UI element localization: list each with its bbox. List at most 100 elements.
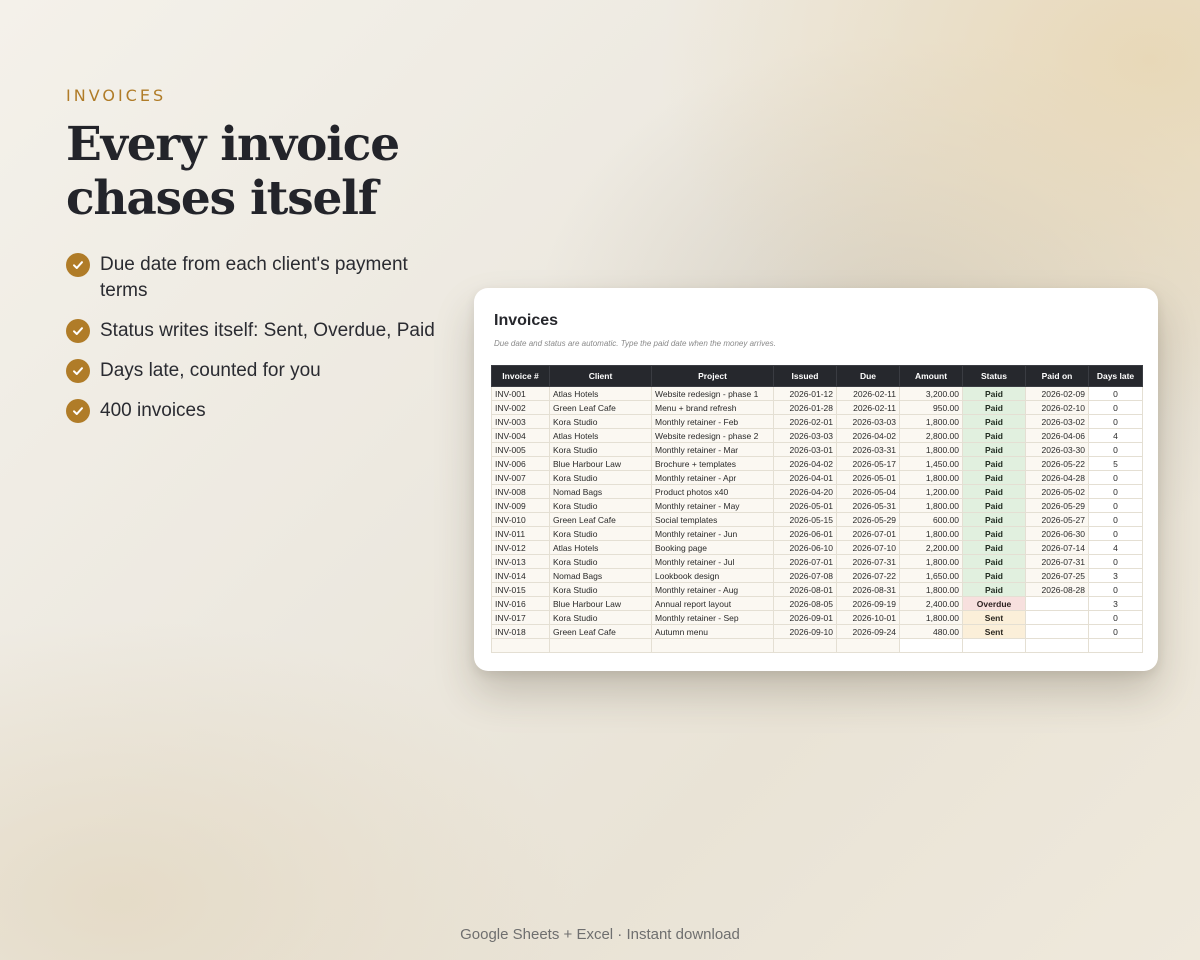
- table-cell[interactable]: INV-003: [491, 414, 550, 429]
- table-cell[interactable]: 2026-08-28: [1025, 582, 1089, 597]
- table-cell[interactable]: 2026-05-17: [836, 456, 900, 471]
- status-badge[interactable]: Sent: [962, 624, 1026, 639]
- table-cell[interactable]: Kora Studio: [549, 526, 652, 541]
- table-cell[interactable]: Monthly retainer - Apr: [651, 470, 774, 485]
- table-cell[interactable]: [836, 638, 900, 653]
- table-cell[interactable]: [773, 638, 837, 653]
- table-cell[interactable]: [1088, 638, 1143, 653]
- status-badge[interactable]: Sent: [962, 610, 1026, 625]
- status-badge[interactable]: Paid: [962, 428, 1026, 443]
- table-cell[interactable]: Monthly retainer - Jul: [651, 554, 774, 569]
- table-cell[interactable]: [1025, 596, 1089, 611]
- table-cell[interactable]: Monthly retainer - Aug: [651, 582, 774, 597]
- table-cell[interactable]: 0: [1088, 512, 1143, 527]
- table-cell[interactable]: 1,800.00: [899, 554, 963, 569]
- table-cell[interactable]: 2026-06-10: [773, 540, 837, 555]
- table-cell[interactable]: INV-006: [491, 456, 550, 471]
- table-cell[interactable]: 0: [1088, 526, 1143, 541]
- table-cell[interactable]: 2026-08-05: [773, 596, 837, 611]
- table-cell[interactable]: Menu + brand refresh: [651, 400, 774, 415]
- table-cell[interactable]: 2026-09-19: [836, 596, 900, 611]
- table-cell[interactable]: INV-002: [491, 400, 550, 415]
- table-cell[interactable]: 0: [1088, 470, 1143, 485]
- table-cell[interactable]: INV-015: [491, 582, 550, 597]
- table-cell[interactable]: 2026-03-02: [1025, 414, 1089, 429]
- table-cell[interactable]: [491, 638, 550, 653]
- status-badge[interactable]: Paid: [962, 568, 1026, 583]
- table-cell[interactable]: 2026-02-11: [836, 386, 900, 401]
- table-cell[interactable]: 2026-09-24: [836, 624, 900, 639]
- table-cell[interactable]: 2026-07-31: [836, 554, 900, 569]
- table-cell[interactable]: INV-013: [491, 554, 550, 569]
- table-cell[interactable]: Green Leaf Cafe: [549, 512, 652, 527]
- table-cell[interactable]: Blue Harbour Law: [549, 596, 652, 611]
- table-cell[interactable]: INV-016: [491, 596, 550, 611]
- table-cell[interactable]: Kora Studio: [549, 554, 652, 569]
- table-cell[interactable]: 2026-05-31: [836, 498, 900, 513]
- table-cell[interactable]: 0: [1088, 624, 1143, 639]
- status-badge[interactable]: Paid: [962, 554, 1026, 569]
- table-cell[interactable]: 1,800.00: [899, 582, 963, 597]
- table-cell[interactable]: INV-001: [491, 386, 550, 401]
- table-cell[interactable]: 2026-06-01: [773, 526, 837, 541]
- table-cell[interactable]: 2026-05-27: [1025, 512, 1089, 527]
- status-badge[interactable]: Paid: [962, 540, 1026, 555]
- table-cell[interactable]: 0: [1088, 442, 1143, 457]
- table-cell[interactable]: 2026-01-28: [773, 400, 837, 415]
- table-cell[interactable]: 3: [1088, 596, 1143, 611]
- table-cell[interactable]: 2026-03-01: [773, 442, 837, 457]
- table-cell[interactable]: Atlas Hotels: [549, 540, 652, 555]
- table-cell[interactable]: 0: [1088, 582, 1143, 597]
- table-cell[interactable]: 0: [1088, 498, 1143, 513]
- table-cell[interactable]: INV-012: [491, 540, 550, 555]
- table-cell[interactable]: 1,800.00: [899, 442, 963, 457]
- table-cell[interactable]: Kora Studio: [549, 498, 652, 513]
- table-cell[interactable]: Monthly retainer - May: [651, 498, 774, 513]
- table-cell[interactable]: 2026-05-15: [773, 512, 837, 527]
- table-cell[interactable]: Website redesign - phase 1: [651, 386, 774, 401]
- table-cell[interactable]: 2026-07-22: [836, 568, 900, 583]
- table-cell[interactable]: 2026-04-28: [1025, 470, 1089, 485]
- table-cell[interactable]: 2026-09-01: [773, 610, 837, 625]
- status-badge[interactable]: Paid: [962, 442, 1026, 457]
- table-cell[interactable]: INV-018: [491, 624, 550, 639]
- table-cell[interactable]: 2026-07-31: [1025, 554, 1089, 569]
- table-cell[interactable]: 2,800.00: [899, 428, 963, 443]
- table-cell[interactable]: 2026-03-03: [773, 428, 837, 443]
- table-cell[interactable]: [651, 638, 774, 653]
- table-cell[interactable]: 2026-05-04: [836, 484, 900, 499]
- table-cell[interactable]: Lookbook design: [651, 568, 774, 583]
- status-badge[interactable]: Paid: [962, 456, 1026, 471]
- table-cell[interactable]: 2026-05-01: [773, 498, 837, 513]
- table-cell[interactable]: Autumn menu: [651, 624, 774, 639]
- table-cell[interactable]: 1,800.00: [899, 526, 963, 541]
- status-badge[interactable]: Paid: [962, 470, 1026, 485]
- table-cell[interactable]: [549, 638, 652, 653]
- table-cell[interactable]: 2026-04-06: [1025, 428, 1089, 443]
- table-cell[interactable]: 2026-07-01: [836, 526, 900, 541]
- table-cell[interactable]: Website redesign - phase 2: [651, 428, 774, 443]
- table-cell[interactable]: 2026-02-01: [773, 414, 837, 429]
- table-cell[interactable]: 0: [1088, 484, 1143, 499]
- table-cell[interactable]: 2026-08-31: [836, 582, 900, 597]
- table-cell[interactable]: 2026-07-10: [836, 540, 900, 555]
- status-badge[interactable]: Paid: [962, 526, 1026, 541]
- table-cell[interactable]: 2026-04-02: [836, 428, 900, 443]
- table-cell[interactable]: INV-008: [491, 484, 550, 499]
- table-cell[interactable]: 480.00: [899, 624, 963, 639]
- table-cell[interactable]: INV-005: [491, 442, 550, 457]
- table-cell[interactable]: INV-009: [491, 498, 550, 513]
- table-cell[interactable]: 1,800.00: [899, 498, 963, 513]
- table-cell[interactable]: Monthly retainer - Jun: [651, 526, 774, 541]
- table-cell[interactable]: [1025, 610, 1089, 625]
- table-cell[interactable]: Kora Studio: [549, 470, 652, 485]
- table-cell[interactable]: 2026-01-12: [773, 386, 837, 401]
- table-cell[interactable]: Nomad Bags: [549, 484, 652, 499]
- table-cell[interactable]: 0: [1088, 610, 1143, 625]
- table-cell[interactable]: 2026-04-02: [773, 456, 837, 471]
- table-cell[interactable]: 2026-05-22: [1025, 456, 1089, 471]
- table-cell[interactable]: 1,800.00: [899, 414, 963, 429]
- table-cell[interactable]: 600.00: [899, 512, 963, 527]
- table-cell[interactable]: 2026-07-25: [1025, 568, 1089, 583]
- table-cell[interactable]: 2026-05-29: [836, 512, 900, 527]
